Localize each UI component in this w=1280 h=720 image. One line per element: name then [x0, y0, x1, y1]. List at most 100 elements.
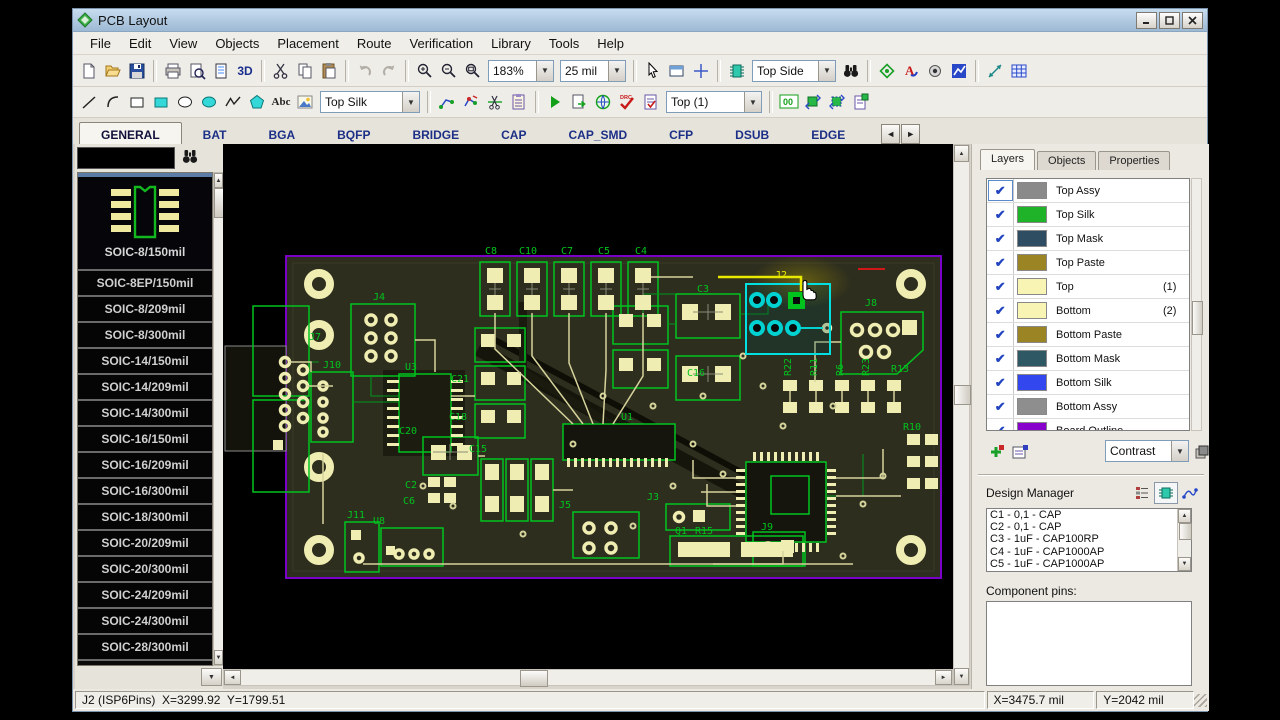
- grid-table-icon[interactable]: [1007, 59, 1031, 83]
- net-graph-icon[interactable]: [947, 59, 971, 83]
- layer-visible-checkbox[interactable]: ✔: [987, 275, 1014, 298]
- unroute-scissors-icon[interactable]: [483, 90, 507, 114]
- pattern-item[interactable]: SOIC-8EP/150mil: [78, 271, 212, 297]
- layers-scrollbar[interactable]: [1191, 178, 1202, 431]
- tab-scroll-right-icon[interactable]: ►: [901, 124, 920, 144]
- filled-rectangle-tool-icon[interactable]: [149, 90, 173, 114]
- scroll-up-icon[interactable]: ▲: [1178, 509, 1191, 523]
- menu-route[interactable]: Route: [348, 34, 401, 53]
- placement-window-icon[interactable]: [665, 59, 689, 83]
- drc-report-icon[interactable]: [639, 90, 663, 114]
- layer-color-swatch[interactable]: [1017, 422, 1047, 431]
- open-file-icon[interactable]: [101, 59, 125, 83]
- layer-row-bottom[interactable]: ✔Bottom(2): [987, 299, 1189, 323]
- layer-color-swatch[interactable]: [1017, 398, 1047, 415]
- chevron-down-icon[interactable]: ▼: [402, 92, 419, 112]
- pattern-diamond-icon[interactable]: [875, 59, 899, 83]
- pattern-item[interactable]: SOIC-24/209mil: [78, 583, 212, 609]
- signal-layer-combo[interactable]: Top (1) ▼: [666, 91, 762, 113]
- zoom-level-combo[interactable]: 183% ▼: [488, 60, 554, 82]
- component-chip-icon[interactable]: [725, 59, 749, 83]
- layer-visible-checkbox[interactable]: ✔: [987, 251, 1014, 274]
- layer-row-top-paste[interactable]: ✔Top Paste: [987, 251, 1189, 275]
- layer-color-swatch[interactable]: [1017, 230, 1047, 247]
- copy-icon[interactable]: [293, 59, 317, 83]
- origin-crosshair-icon[interactable]: [689, 59, 713, 83]
- scroll-up-icon[interactable]: ▲: [214, 173, 223, 188]
- contrast-combo[interactable]: Contrast ▼: [1105, 440, 1189, 462]
- chevron-down-icon[interactable]: ▼: [818, 61, 835, 81]
- resize-grip[interactable]: [1194, 694, 1207, 707]
- panel-tab-layers[interactable]: Layers: [980, 149, 1035, 170]
- layer-color-swatch[interactable]: [1017, 182, 1047, 199]
- print-preview-icon[interactable]: [185, 59, 209, 83]
- pattern-item[interactable]: SOIC-8/209mil: [78, 297, 212, 323]
- filled-ellipse-tool-icon[interactable]: [197, 90, 221, 114]
- connections-view-icon[interactable]: [1178, 482, 1202, 504]
- layer-visible-checkbox[interactable]: ✔: [987, 299, 1014, 322]
- chevron-down-icon[interactable]: ▼: [536, 61, 553, 81]
- polygon-tool-icon[interactable]: [245, 90, 269, 114]
- layer-visible-checkbox[interactable]: ✔: [987, 179, 1014, 202]
- design-manager-item[interactable]: C1 - 0,1 - CAP: [987, 509, 1191, 521]
- scroll-left-icon[interactable]: ◄: [224, 670, 241, 685]
- pattern-item[interactable]: SOIC-20/209mil: [78, 531, 212, 557]
- zoom-window-icon[interactable]: [461, 59, 485, 83]
- net-list-icon[interactable]: [507, 90, 531, 114]
- scrollbar-thumb[interactable]: [1179, 523, 1192, 540]
- layer-row-top-assy[interactable]: ✔Top Assy: [987, 179, 1189, 203]
- pattern-item[interactable]: SOIC-14/150mil: [78, 349, 212, 375]
- design-manager-item[interactable]: C2 - 0,1 - CAP: [987, 521, 1191, 533]
- pattern-item-selected[interactable]: SOIC-8/150mil: [78, 173, 212, 271]
- scroll-down-icon[interactable]: ▼: [1178, 557, 1191, 571]
- route-edit-icon[interactable]: [459, 90, 483, 114]
- redo-icon[interactable]: [377, 59, 401, 83]
- menu-view[interactable]: View: [160, 34, 206, 53]
- design-manager-scrollbar[interactable]: ▲ ▼: [1177, 509, 1191, 571]
- polyline-tool-icon[interactable]: [221, 90, 245, 114]
- layer-color-swatch[interactable]: [1017, 206, 1047, 223]
- pcb-canvas[interactable]: C8C10C7C5C4J4J7J10U3C21C18C20C2C6J5J3J11…: [223, 144, 953, 669]
- ellipse-tool-icon[interactable]: [173, 90, 197, 114]
- grid-size-combo[interactable]: 25 mil ▼: [560, 60, 626, 82]
- layer-color-swatch[interactable]: [1017, 302, 1047, 319]
- layer-row-top-silk[interactable]: ✔Top Silk: [987, 203, 1189, 227]
- tab-scroll-left-icon[interactable]: ◄: [881, 124, 900, 144]
- add-layer-icon[interactable]: [984, 441, 1008, 463]
- update-netlist-icon[interactable]: [567, 90, 591, 114]
- layer-row-bottom-paste[interactable]: ✔Bottom Paste: [987, 323, 1189, 347]
- menu-placement[interactable]: Placement: [268, 34, 347, 53]
- pattern-search-input[interactable]: [77, 147, 175, 169]
- line-tool-icon[interactable]: [77, 90, 101, 114]
- image-tool-icon[interactable]: [293, 90, 317, 114]
- update-selected-icon[interactable]: [825, 90, 849, 114]
- pattern-item[interactable]: SOIC-28/300mil: [78, 635, 212, 661]
- layers-stack-icon[interactable]: [1190, 441, 1214, 463]
- scroll-up-icon[interactable]: ▲: [954, 145, 969, 162]
- arc-tool-icon[interactable]: [101, 90, 125, 114]
- menu-tools[interactable]: Tools: [540, 34, 588, 53]
- titles-icon[interactable]: [209, 59, 233, 83]
- component-pins-list[interactable]: [986, 601, 1192, 686]
- layer-visible-checkbox[interactable]: ✔: [987, 395, 1014, 418]
- layer-color-swatch[interactable]: [1017, 326, 1047, 343]
- update-components-icon[interactable]: [801, 90, 825, 114]
- close-button[interactable]: [1182, 12, 1203, 29]
- text-marking-icon[interactable]: A: [899, 59, 923, 83]
- minimize-button[interactable]: [1136, 12, 1157, 29]
- menu-library[interactable]: Library: [482, 34, 540, 53]
- canvas-vertical-scrollbar[interactable]: ▲ ▼: [953, 144, 970, 686]
- menu-objects[interactable]: Objects: [206, 34, 268, 53]
- zoom-in-icon[interactable]: [413, 59, 437, 83]
- rectangle-tool-icon[interactable]: [125, 90, 149, 114]
- layer-color-swatch[interactable]: [1017, 278, 1047, 295]
- find-binoculars-icon[interactable]: [839, 59, 863, 83]
- design-manager-item[interactable]: C5 - 1uF - CAP1000AP: [987, 558, 1191, 570]
- canvas-horizontal-scrollbar[interactable]: ◄ ►: [223, 669, 953, 686]
- pad-icon[interactable]: [923, 59, 947, 83]
- layer-color-swatch[interactable]: [1017, 374, 1047, 391]
- layer-row-top-mask[interactable]: ✔Top Mask: [987, 227, 1189, 251]
- export-globe-icon[interactable]: [591, 90, 615, 114]
- run-autoroute-icon[interactable]: [543, 90, 567, 114]
- layer-row-bottom-assy[interactable]: ✔Bottom Assy: [987, 395, 1189, 419]
